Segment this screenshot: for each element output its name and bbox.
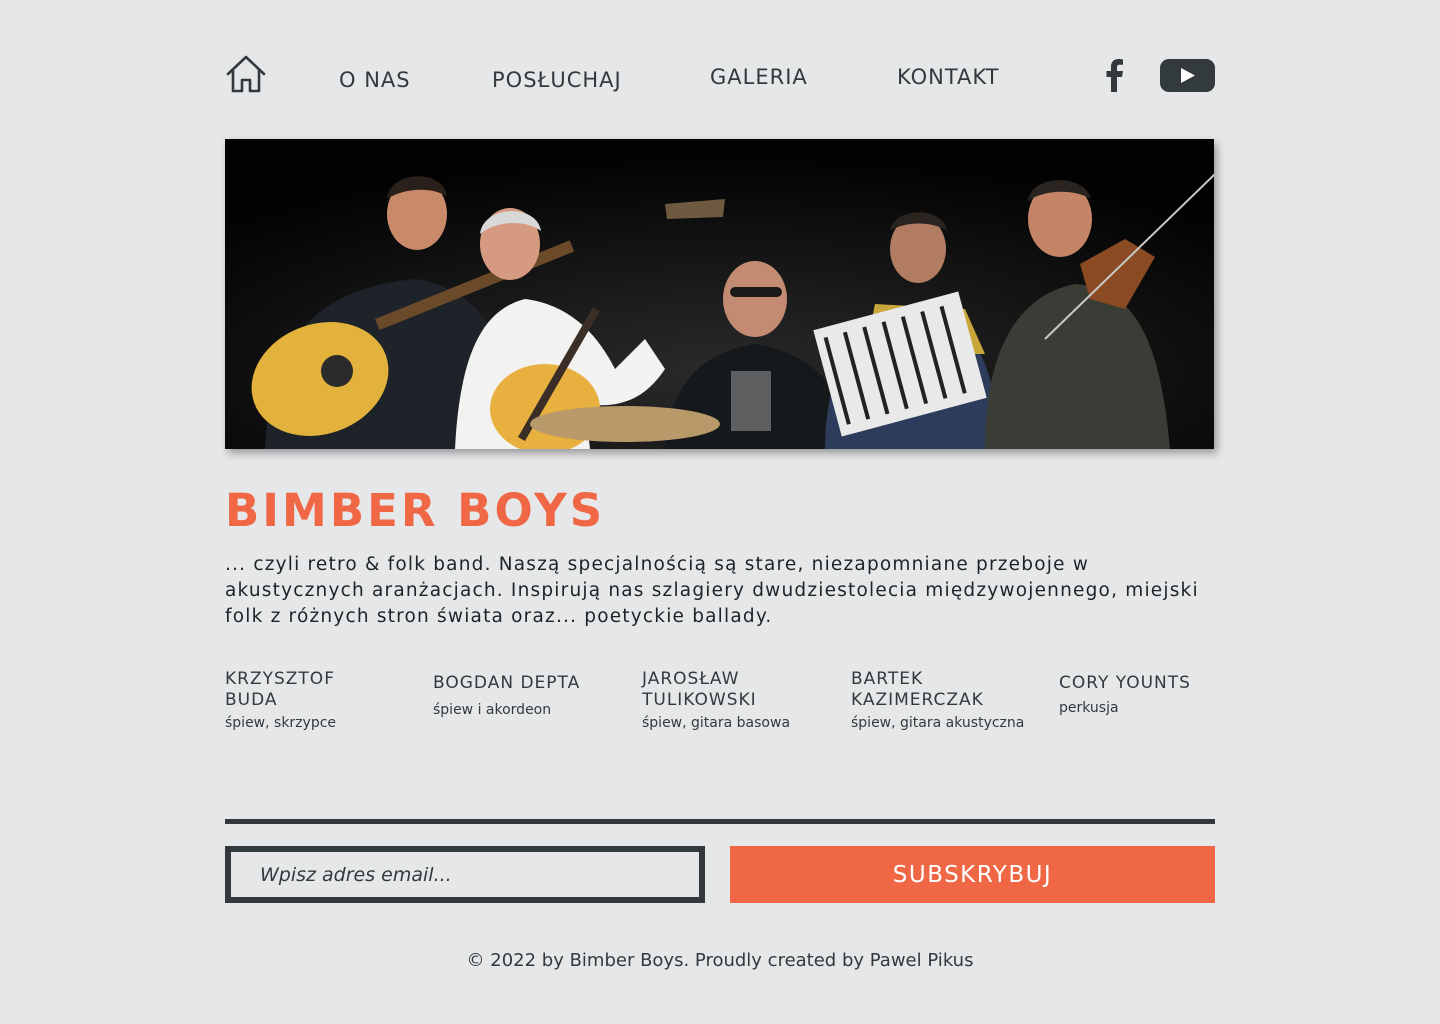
- facebook-icon: [1106, 59, 1123, 92]
- youtube-link[interactable]: [1160, 59, 1215, 92]
- member-role: śpiew i akordeon: [433, 702, 552, 718]
- footer-credits: © 2022 by Bimber Boys. Proudly created b…: [466, 950, 974, 971]
- member-card: BARTEK KAZIMERCZAK śpiew, gitara akustyc…: [851, 669, 1041, 733]
- band-title: BIMBER BOYS: [225, 484, 606, 537]
- youtube-icon: [1160, 59, 1215, 92]
- member-role: śpiew, gitara akustyczna: [851, 715, 1025, 731]
- nav-link-galeria[interactable]: GALERIA: [710, 65, 808, 89]
- member-card: KRZYSZTOF BUDA śpiew, skrzypce: [225, 669, 415, 733]
- hero-band-photo: [225, 139, 1214, 449]
- member-role: śpiew, skrzypce: [225, 715, 337, 731]
- member-name: CORY YOUNTS: [1059, 673, 1191, 693]
- nav-link-posluchaj[interactable]: POSŁUCHAJ: [492, 68, 622, 92]
- member-name: KRZYSZTOF BUDA: [225, 669, 335, 710]
- nav-link-kontakt[interactable]: KONTAKT: [897, 65, 999, 89]
- subscribe-button[interactable]: SUBSKRYBUJ: [730, 846, 1215, 903]
- home-link[interactable]: [225, 54, 267, 94]
- band-description: ... czyli retro & folk band. Naszą specj…: [225, 554, 1199, 627]
- member-role: perkusja: [1059, 700, 1119, 716]
- section-divider: [225, 819, 1215, 824]
- email-input[interactable]: [225, 846, 705, 903]
- member-name: BARTEK KAZIMERCZAK: [851, 669, 984, 710]
- nav-link-o-nas[interactable]: O NAS: [339, 68, 411, 92]
- facebook-link[interactable]: [1102, 58, 1128, 92]
- member-card: JAROSŁAW TULIKOWSKI śpiew, gitara basowa: [642, 669, 832, 733]
- member-name: BOGDAN DEPTA: [433, 673, 581, 693]
- member-name: JAROSŁAW TULIKOWSKI: [642, 669, 757, 710]
- band-photo: [225, 139, 1214, 449]
- member-card: CORY YOUNTS perkusja: [1059, 673, 1249, 718]
- member-role: śpiew, gitara basowa: [642, 715, 791, 731]
- main-nav: O NAS POSŁUCHAJ GALERIA KONTAKT: [0, 0, 1440, 120]
- member-card: BOGDAN DEPTA śpiew i akordeon: [433, 673, 623, 720]
- home-icon: [226, 55, 266, 93]
